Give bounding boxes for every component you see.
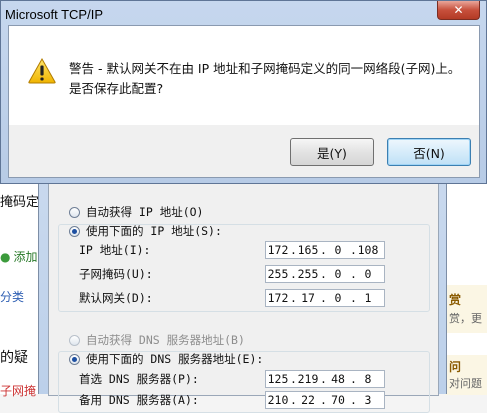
octet: 48 bbox=[331, 372, 345, 386]
alternate-dns-label: 备用 DNS 服务器(A): bbox=[79, 393, 199, 407]
octet: 17 bbox=[301, 291, 315, 305]
no-button[interactable]: 否(N) bbox=[387, 138, 471, 166]
bg-question-text: 的疑 bbox=[0, 350, 28, 366]
subnet-mask-row: 子网掩码(U): 255. 255. 0. 0 bbox=[79, 265, 399, 283]
yes-button[interactable]: 是(Y) bbox=[290, 138, 374, 166]
close-icon: ✕ bbox=[453, 3, 464, 17]
warning-dialog: Microsoft TCP/IP ✕ 警告 - 默认网关不在由 IP 地址和子网… bbox=[0, 0, 487, 184]
default-gateway-row: 默认网关(D): 172. 17. 0. 1 bbox=[79, 289, 399, 307]
bg-reward-panel: 赏 赏，更 bbox=[445, 285, 487, 333]
ip-address-input[interactable]: 172. 165. 0. 108 bbox=[265, 241, 385, 259]
bg-add-label: 添加 bbox=[13, 250, 38, 264]
confirm-question: 是否保存此配置? bbox=[69, 81, 164, 96]
warning-icon bbox=[28, 58, 56, 84]
subnet-mask-label: 子网掩码(U): bbox=[79, 267, 153, 281]
use-dns-label: 使用下面的 DNS 服务器地址(E): bbox=[86, 352, 264, 366]
default-gateway-label: 默认网关(D): bbox=[79, 291, 153, 305]
octet: 70 bbox=[331, 393, 345, 407]
octet: 1 bbox=[364, 291, 372, 305]
bg-reward-text: 赏，更 bbox=[449, 312, 482, 325]
bg-red-link[interactable]: 子网掩 bbox=[0, 382, 36, 399]
octet: 255 bbox=[297, 267, 319, 281]
subnet-mask-input[interactable]: 255. 255. 0. 0 bbox=[265, 265, 385, 283]
bg-text: 掩码定 bbox=[0, 195, 40, 210]
properties-content: 自动获得 IP 地址(O) 使用下面的 IP 地址(S): IP 地址(I): … bbox=[48, 183, 439, 413]
radio-disabled-icon[interactable] bbox=[69, 334, 80, 346]
octet: 255 bbox=[267, 267, 289, 281]
radio-checked-icon[interactable] bbox=[69, 353, 80, 365]
ip-address-row: IP 地址(I): 172. 165. 0. 108 bbox=[79, 241, 399, 259]
dialog-title: Microsoft TCP/IP bbox=[5, 7, 104, 22]
dialog-body: 警告 - 默认网关不在由 IP 地址和子网掩码定义的同一网络段(子网)上。 是否… bbox=[8, 25, 480, 178]
octet: 8 bbox=[364, 372, 372, 386]
octet: 0 bbox=[334, 291, 342, 305]
warning-message: 警告 - 默认网关不在由 IP 地址和子网掩码定义的同一网络段(子网)上。 bbox=[69, 61, 461, 76]
background-right-column: 赏 赏，更 问 对问题 bbox=[445, 175, 487, 395]
octet: 3 bbox=[364, 393, 372, 407]
use-ip-label: 使用下面的 IP 地址(S): bbox=[86, 224, 222, 238]
octet: 219 bbox=[297, 372, 319, 386]
auto-dns-label: 自动获得 DNS 服务器地址(B) bbox=[86, 333, 245, 347]
octet: 0 bbox=[334, 267, 342, 281]
octet: 125 bbox=[267, 372, 289, 386]
use-ip-radio[interactable]: 使用下面的 IP 地址(S): bbox=[69, 223, 222, 239]
tcpip-properties-dialog: 自动获得 IP 地址(O) 使用下面的 IP 地址(S): IP 地址(I): … bbox=[38, 175, 447, 413]
preferred-dns-row: 首选 DNS 服务器(P): 125. 219. 48. 8 bbox=[79, 370, 399, 388]
auto-dns-radio[interactable]: 自动获得 DNS 服务器地址(B) bbox=[69, 332, 245, 348]
default-gateway-input[interactable]: 172. 17. 0. 1 bbox=[265, 289, 385, 307]
auto-ip-label: 自动获得 IP 地址(O) bbox=[86, 205, 204, 219]
octet: 165 bbox=[297, 243, 319, 257]
octet: 172 bbox=[267, 243, 289, 257]
bg-question-sub: 对问题 bbox=[449, 377, 482, 390]
bg-reward-title: 赏 bbox=[449, 293, 462, 307]
preferred-dns-label: 首选 DNS 服务器(P): bbox=[79, 372, 199, 386]
bg-category-link[interactable]: 分类 bbox=[0, 288, 24, 305]
octet: 22 bbox=[301, 393, 315, 407]
octet: 108 bbox=[357, 243, 379, 257]
octet: 0 bbox=[334, 243, 342, 257]
bg-add-link[interactable]: ● 添加 bbox=[0, 248, 38, 265]
bg-question-title: 问 bbox=[449, 360, 462, 374]
bg-question-panel: 问 对问题 bbox=[445, 355, 487, 395]
octet: 0 bbox=[364, 267, 372, 281]
preferred-dns-input[interactable]: 125. 219. 48. 8 bbox=[265, 370, 385, 388]
radio-checked-icon[interactable] bbox=[69, 225, 80, 237]
ip-address-label: IP 地址(I): bbox=[79, 243, 151, 257]
close-button[interactable]: ✕ bbox=[437, 1, 480, 20]
location-pin-icon: ● bbox=[0, 250, 11, 264]
message-area: 警告 - 默认网关不在由 IP 地址和子网掩码定义的同一网络段(子网)上。 是否… bbox=[9, 26, 479, 125]
octet: 210 bbox=[267, 393, 289, 407]
auto-ip-radio[interactable]: 自动获得 IP 地址(O) bbox=[69, 204, 203, 220]
use-dns-radio[interactable]: 使用下面的 DNS 服务器地址(E): bbox=[69, 351, 263, 367]
octet: 172 bbox=[267, 291, 289, 305]
radio-icon[interactable] bbox=[69, 206, 80, 218]
